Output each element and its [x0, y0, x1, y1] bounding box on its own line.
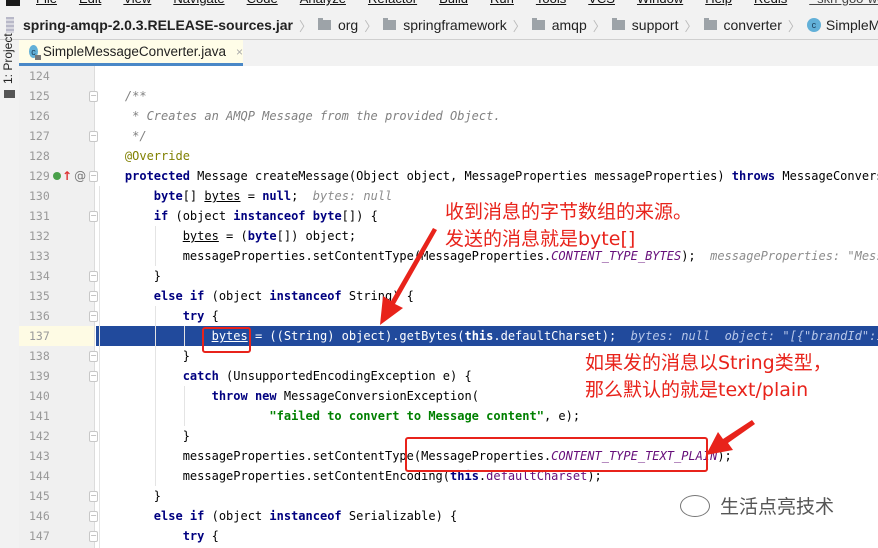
wechat-icon [680, 494, 710, 517]
arrow-to-bytes [380, 228, 437, 325]
watermark: 生活点亮技术 [680, 492, 834, 519]
annotation-arrows [380, 228, 755, 455]
arrow-to-content-type [706, 420, 755, 455]
